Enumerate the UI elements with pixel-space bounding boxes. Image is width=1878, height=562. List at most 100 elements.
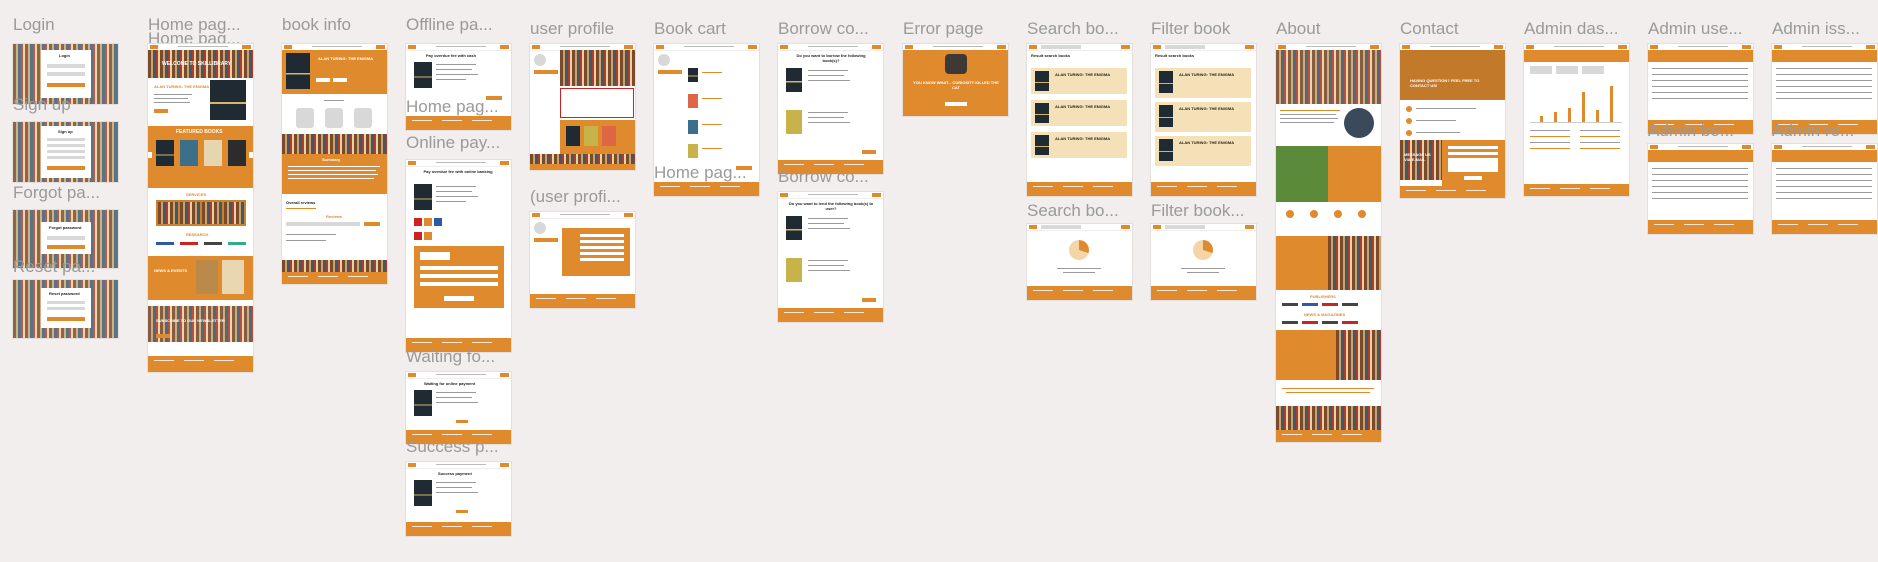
message-field[interactable] [1448,158,1498,172]
frame-label-contact: Contact [1400,19,1459,38]
back-home-button[interactable] [456,510,468,513]
result-card[interactable]: ALAN TURING: THE ENIGMA [1155,102,1251,132]
book-details [288,96,380,136]
result-title: ALAN TURING: THE ENIGMA [1055,104,1111,109]
shelf-strip [282,134,387,154]
login-button[interactable] [242,45,251,49]
result-card[interactable]: ALAN TURING: THE ENIGMA [1155,136,1251,166]
email-field[interactable] [47,64,85,68]
about-frame[interactable]: PUBLISHERS NEWS & MAGAZINES [1276,44,1381,442]
search-frame[interactable]: Result search books ALAN TURING: THE ENI… [1027,44,1132,196]
send-button[interactable] [47,245,85,249]
card-number-field[interactable] [420,266,498,270]
reset-frame[interactable]: Reset password [13,280,118,338]
footer [1151,182,1256,196]
reset-button[interactable] [47,317,85,321]
admin-toolbar [1524,50,1629,62]
carousel-prev-icon[interactable] [148,152,152,158]
lend-title: Do you want to lend the following book(s… [788,201,874,211]
name-field[interactable] [47,138,85,141]
user-profile-edit-frame[interactable] [530,212,635,308]
admin-toolbar [1648,50,1753,62]
card-expiry-field[interactable] [420,282,498,286]
result-card[interactable]: ALAN TURING: THE ENIGMA [1031,132,1127,158]
featured-book[interactable] [228,140,246,166]
admin-books-frame[interactable] [1648,144,1753,234]
online-payment-frame[interactable]: Pay overdue fee with online banking [406,160,511,352]
cancel-button[interactable] [456,420,468,423]
user-profile-frame[interactable] [530,44,635,170]
overdue-box [560,88,634,118]
stats-panel [1276,330,1336,380]
success-payment-frame[interactable]: Success payment [406,462,511,536]
borrow-confirm-frame[interactable]: Do you want to borrow the following book… [778,44,883,174]
admin-return-frame[interactable] [1772,144,1877,234]
frame-label-search-2: Search bo... [1027,201,1119,220]
featured-book[interactable] [204,140,222,166]
profile-tab[interactable] [534,70,558,74]
result-card[interactable]: ALAN TURING: THE ENIGMA [1031,100,1127,126]
name-field[interactable] [1448,146,1498,149]
frame-label-user-profile: user profile [530,19,615,38]
featured-book[interactable] [180,140,198,166]
borrow-button[interactable] [316,78,330,82]
home-frame[interactable]: WELCOME TO SKILLIBRARY ALAN TURING: THE … [148,44,253,372]
review-input[interactable] [286,222,360,226]
confirm-borrow-button[interactable] [862,150,876,154]
send-button[interactable] [1464,176,1482,180]
filter-frame[interactable]: Result search books ALAN TURING: THE ENI… [1151,44,1256,196]
confirm-password-field[interactable] [47,307,85,310]
login-button[interactable] [47,83,85,87]
password-field[interactable] [47,150,85,153]
research-heading: RESEARCH [186,232,209,237]
lend-confirm-frame[interactable]: Do you want to lend the following book(s… [778,192,883,322]
search-empty-frame[interactable] [1027,224,1132,300]
back-home-button[interactable] [945,102,967,106]
waiting-payment-frame[interactable]: Waiting for online payment [406,372,511,444]
subscribe-button[interactable] [156,334,170,338]
success-title: Success payment [438,471,472,476]
email-field[interactable] [47,144,85,147]
summary-section: Summary [282,154,387,194]
admin-dashboard-frame[interactable] [1524,44,1629,196]
post-review-button[interactable] [364,222,380,226]
filter-empty-frame[interactable] [1151,224,1256,300]
frame-label-admin-books: Admin bo... [1648,121,1734,140]
new-password-field[interactable] [47,301,85,304]
search-input[interactable] [1041,45,1081,49]
footer [148,356,253,372]
result-card[interactable]: ALAN TURING: THE ENIGMA [1031,68,1127,94]
cat-icon [945,54,967,74]
password-field[interactable] [47,72,85,76]
signup-button[interactable] [47,166,85,170]
add-cart-button[interactable] [333,78,347,82]
wallet-options[interactable] [414,232,434,240]
signup-frame[interactable]: Sign up [13,122,118,182]
featured-book[interactable] [156,140,174,166]
read-more-button[interactable] [154,109,168,113]
signup-card: Sign up [41,126,91,178]
frame-label-about: About [1276,19,1321,38]
result-card[interactable]: ALAN TURING: THE ENIGMA [1155,68,1251,98]
confirm-lend-button[interactable] [862,298,876,302]
footer [282,272,387,284]
bank-options[interactable] [414,218,454,226]
card-name-field[interactable] [420,274,498,278]
carousel-next-icon[interactable] [249,152,253,158]
contact-frame[interactable]: HAVING QUESTION? FEEL FREE TO CONTACT US… [1400,44,1505,198]
footer [1648,220,1753,234]
profile-tab[interactable] [534,238,558,242]
confirm-field[interactable] [47,156,85,159]
frame-label-success: Success p... [406,437,499,456]
error-frame[interactable]: YOU KNOW WHAT... CURIOSITY KILLED THE CA… [903,44,1008,116]
online-title: Pay overdue fee with online banking [423,169,493,174]
book-info-frame[interactable]: ALAN TURING: THE ENIGMA Summary Overall … [282,44,387,284]
footer [1151,286,1256,300]
email-field[interactable] [47,236,85,240]
contact-hero [1400,50,1505,100]
pay-button[interactable] [444,296,474,301]
avatar [534,54,546,66]
email-field[interactable] [1448,152,1498,155]
hero-book-title: ALAN TURING: THE ENIGMA [154,84,210,89]
garden-photo [1276,146,1328,202]
